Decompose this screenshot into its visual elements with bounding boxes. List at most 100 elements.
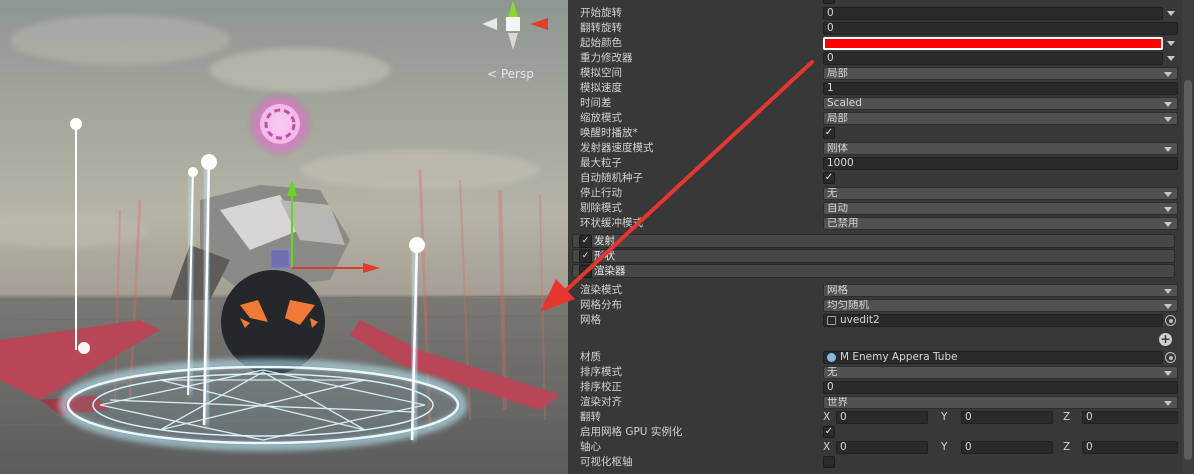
dropdown-field[interactable]: Scaled — [823, 97, 1178, 110]
object-field[interactable]: uvedit2 — [823, 314, 1163, 327]
inspector-row: 翻转 X 0 Y 0 Z 0 — [574, 410, 1181, 425]
property-label: 起始颜色 — [580, 37, 622, 49]
module-checkbox[interactable] — [579, 265, 592, 278]
property-label: 排序模式 — [580, 366, 622, 378]
scene-view[interactable]: < Persp — [0, 0, 568, 474]
inspector-row: 自动随机种子 ✓ — [574, 171, 1181, 186]
property-label: 网格 — [580, 314, 601, 326]
value-field[interactable]: 0 — [823, 22, 1178, 35]
inspector-row: 起始颜色 — [574, 36, 1181, 51]
material-icon — [827, 353, 836, 362]
dropdown-field[interactable]: 自动 — [823, 202, 1178, 215]
inspector-row: 可视化枢轴 — [574, 455, 1181, 470]
value-field[interactable]: 1000 — [823, 157, 1178, 170]
dropdown-field[interactable]: 局部 — [823, 67, 1178, 80]
inspector-row: 启用网格 GPU 实例化 ✓ — [574, 425, 1181, 440]
x-value-field[interactable]: 0 — [836, 411, 928, 424]
projection-label[interactable]: < Persp — [487, 67, 534, 81]
x-label: X — [823, 411, 831, 423]
dropdown-field[interactable]: 已禁用 — [823, 217, 1178, 230]
property-label: 模拟空间 — [580, 67, 622, 79]
chevron-down-icon[interactable] — [1167, 41, 1175, 46]
property-label: 翻转旋转 — [580, 22, 622, 34]
property-label: 环状缓冲模式 — [580, 217, 643, 229]
dropdown-field[interactable]: 刚体 — [823, 142, 1178, 155]
value-field[interactable]: 1 — [823, 82, 1178, 95]
property-label: 自动随机种子 — [580, 172, 643, 184]
x-value-field[interactable]: 0 — [836, 441, 928, 454]
property-label: 渲染对齐 — [580, 396, 622, 408]
module-label: 形状 — [594, 250, 615, 262]
scrollbar-thumb[interactable] — [1184, 80, 1192, 460]
inspector-row: 模拟速度 1 — [574, 81, 1181, 96]
chevron-down-icon[interactable] — [1167, 56, 1175, 61]
inspector-row: 重力修改器 0 — [574, 51, 1181, 66]
object-field[interactable]: M Enemy Appera Tube — [823, 351, 1163, 364]
dropdown-field[interactable]: 无 — [823, 187, 1178, 200]
value-field[interactable]: 0 — [823, 52, 1163, 65]
module-checkbox[interactable]: ✓ — [579, 250, 592, 263]
dropdown-field[interactable]: 无 — [823, 366, 1178, 379]
y-value-field[interactable]: 0 — [961, 441, 1053, 454]
inspector-row: 渲染模式 网格 — [574, 283, 1181, 298]
property-label: 剔除模式 — [580, 202, 622, 214]
inspector-row: 轴心 X 0 Y 0 Z 0 — [574, 440, 1181, 455]
object-picker-icon[interactable] — [1165, 315, 1176, 326]
property-label: 轴心 — [580, 441, 601, 453]
property-label: 排序校正 — [580, 381, 622, 393]
module-label: 渲染器 — [594, 265, 626, 277]
inspector-row: 模拟空间 局部 — [574, 66, 1181, 81]
dropdown-field[interactable]: 局部 — [823, 112, 1178, 125]
property-label: 停止行动 — [580, 187, 622, 199]
dropdown-field[interactable]: 世界 — [823, 396, 1178, 409]
property-label: 发射器速度模式 — [580, 142, 654, 154]
property-label: 缩放模式 — [580, 112, 622, 124]
inspector-row: 排序模式 无 — [574, 365, 1181, 380]
module-header[interactable]: ✓ 形状 — [572, 249, 1175, 263]
inspector-row: 剔除模式 自动 — [574, 201, 1181, 216]
property-label: 渲染模式 — [580, 284, 622, 296]
color-swatch[interactable] — [823, 37, 1163, 50]
z-value-field[interactable]: 0 — [1082, 441, 1178, 454]
property-label: 网格分布 — [580, 299, 622, 311]
add-material-button[interactable]: + — [1159, 333, 1172, 346]
property-label: 重力修改器 — [580, 52, 633, 64]
inspector-scrollbar[interactable] — [1182, 0, 1194, 474]
y-label: Y — [941, 411, 948, 423]
object-picker-icon[interactable] — [1165, 352, 1176, 363]
y-label: Y — [941, 441, 948, 453]
property-label: 模拟速度 — [580, 82, 622, 94]
inspector-row: 排序校正 0 — [574, 380, 1181, 395]
z-label: Z — [1063, 441, 1071, 453]
checkbox[interactable]: ✓ — [823, 426, 835, 438]
inspector-row: 发射器速度模式 刚体 — [574, 141, 1181, 156]
z-value-field[interactable]: 0 — [1082, 411, 1178, 424]
cutoff-checkbox[interactable] — [823, 0, 835, 4]
inspector-row: 最大粒子 1000 — [574, 156, 1181, 171]
inspector-row: 网格分布 均匀随机 — [574, 298, 1181, 313]
checkbox[interactable]: ✓ — [823, 172, 835, 184]
property-label: 可视化枢轴 — [580, 456, 633, 468]
property-label: 翻转 — [580, 411, 601, 423]
inspector-row: 翻转旋转 0 — [574, 21, 1181, 36]
inspector-row: 渲染对齐 世界 — [574, 395, 1181, 410]
dropdown-field[interactable]: 网格 — [823, 284, 1178, 297]
value-field[interactable]: 0 — [823, 381, 1178, 394]
value-field[interactable]: 0 — [823, 7, 1163, 20]
y-value-field[interactable]: 0 — [961, 411, 1053, 424]
inspector-row: 时间差 Scaled — [574, 96, 1181, 111]
inspector-row: 唤醒时播放* ✓ — [574, 126, 1181, 141]
inspector-row: 停止行动 无 — [574, 186, 1181, 201]
inspector-panel: 开始旋转 0 翻转旋转 0 起始颜色 重力修改器 0 模拟空间 局部 模拟速度 1 时间差 Scaled… — [568, 0, 1194, 474]
checkbox[interactable] — [823, 456, 835, 468]
checkbox[interactable]: ✓ — [823, 127, 835, 139]
module-checkbox[interactable]: ✓ — [579, 235, 592, 248]
dropdown-field[interactable]: 均匀随机 — [823, 299, 1178, 312]
property-label: 时间差 — [580, 97, 612, 109]
module-header[interactable]: ✓ 发射 — [572, 234, 1175, 248]
property-label: 材质 — [580, 351, 601, 363]
inspector-row: 环状缓冲模式 已禁用 — [574, 216, 1181, 231]
chevron-down-icon[interactable] — [1167, 11, 1175, 16]
module-header[interactable]: 渲染器 — [572, 264, 1175, 278]
property-label: 启用网格 GPU 实例化 — [580, 426, 683, 438]
